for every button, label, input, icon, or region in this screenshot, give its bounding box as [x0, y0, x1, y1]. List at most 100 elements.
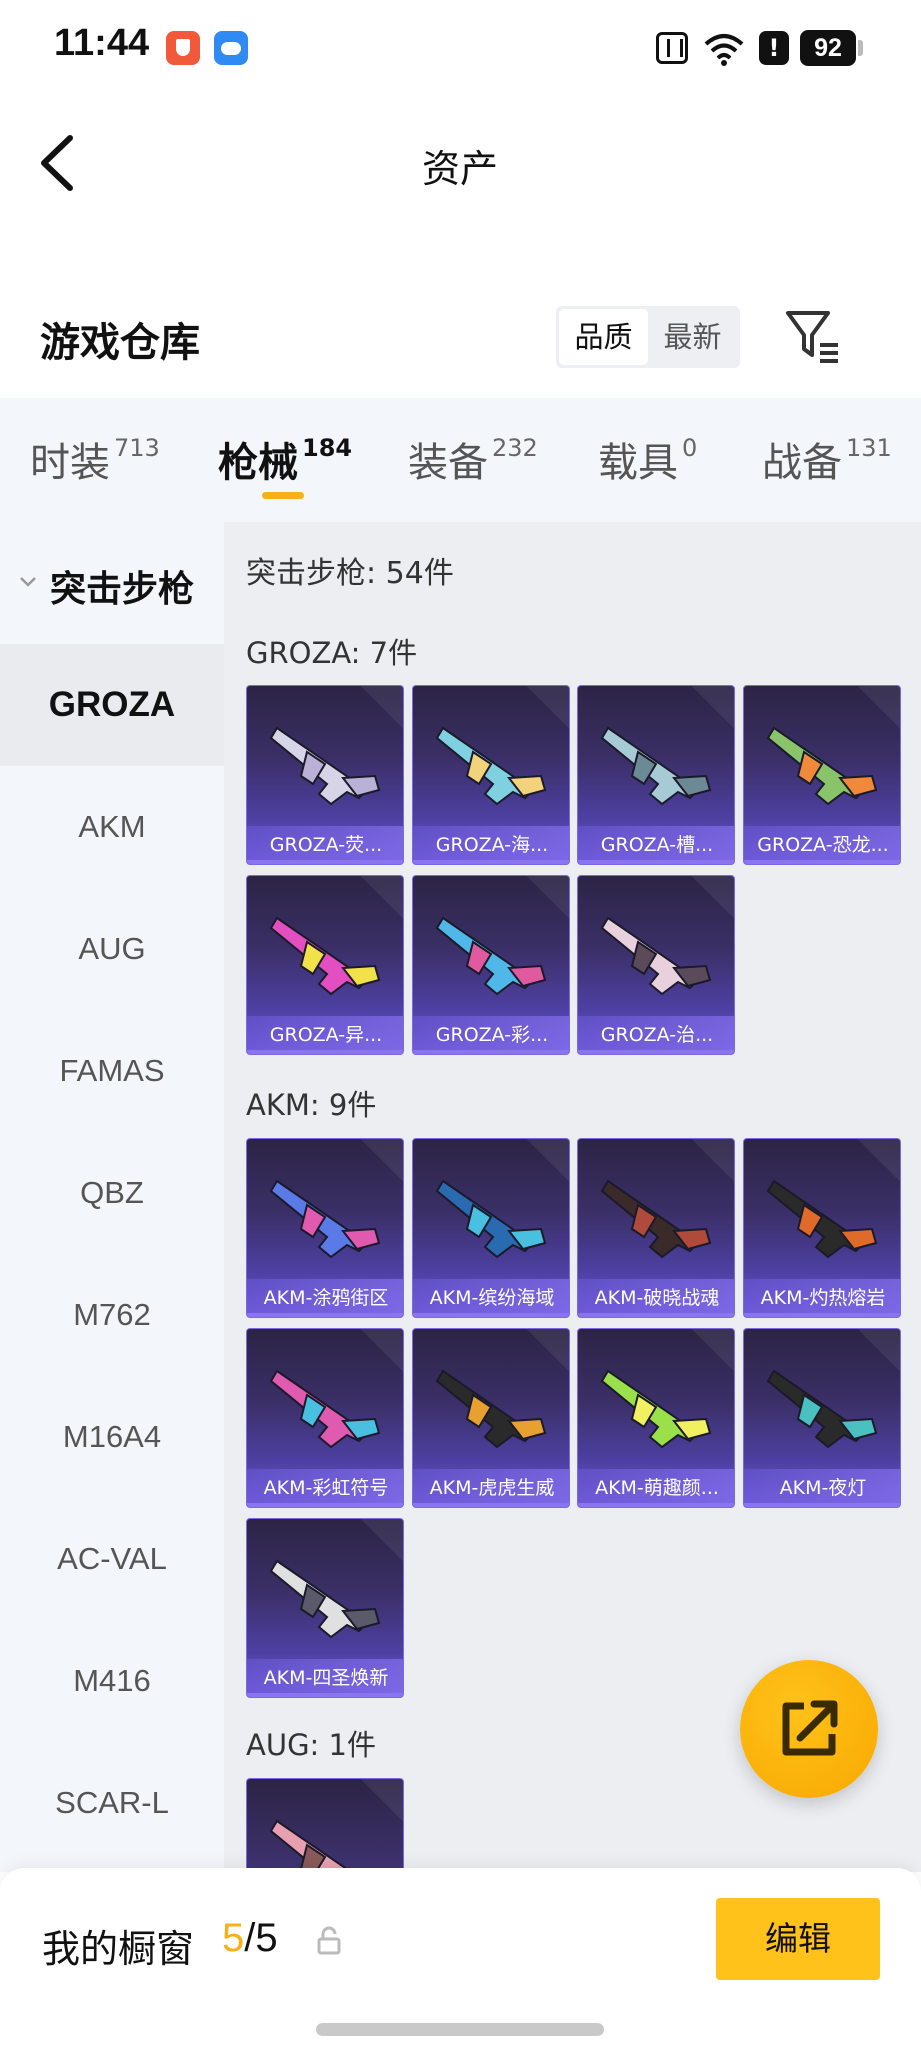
item-card[interactable]: AKM-夜灯 — [743, 1328, 901, 1508]
rifle-skin-icon — [435, 916, 547, 996]
sort-quality-button[interactable]: 品质 — [559, 309, 648, 365]
page-title: 资产 — [421, 147, 498, 191]
item-card[interactable]: AKM-缤纷海域 — [412, 1138, 570, 1318]
rarity-stripe — [578, 1313, 734, 1317]
item-card-label: GROZA-异... — [247, 1016, 403, 1054]
tab-count: 232 — [492, 434, 538, 462]
sidebar-item-m16a4[interactable]: M16A4 — [0, 1376, 224, 1498]
item-card[interactable]: AKM-破晓战魂 — [577, 1138, 735, 1318]
share-button[interactable] — [740, 1660, 878, 1798]
tab-label: 枪械 — [218, 440, 298, 486]
wifi-icon — [704, 34, 744, 66]
rifle-skin-icon — [269, 1559, 381, 1639]
tab-label: 时装 — [30, 440, 110, 486]
item-card[interactable]: AKM-灼热熔岩 — [743, 1138, 901, 1318]
sort-newest-button[interactable]: 最新 — [648, 309, 737, 365]
tab-equipment[interactable]: 装备 232 — [408, 430, 538, 488]
item-card[interactable]: GROZA-异... — [246, 875, 404, 1055]
item-card[interactable]: AKM-彩虹符号 — [246, 1328, 404, 1508]
showcase-separator: / — [244, 1916, 256, 1960]
rifle-skin-icon — [600, 1369, 712, 1449]
home-indicator — [316, 2023, 604, 2036]
rifle-skin-icon — [435, 1369, 547, 1449]
group-title-groza: GROZA: 7件 — [246, 636, 418, 670]
rifle-skin-icon — [600, 726, 712, 806]
rarity-stripe — [247, 1693, 403, 1697]
rifle-skin-icon — [269, 1819, 377, 1872]
nfc-icon — [656, 32, 688, 64]
item-card[interactable]: AKM-虎虎生威 — [412, 1328, 570, 1508]
group-title-akm: AKM: 9件 — [246, 1088, 377, 1122]
back-arrow-icon[interactable] — [30, 130, 90, 196]
sidebar-item-m762[interactable]: M762 — [0, 1254, 224, 1376]
sidebar-item-groza[interactable]: GROZA — [0, 644, 224, 766]
edit-button[interactable]: 编辑 — [716, 1898, 880, 1980]
sidebar-item-ac-val[interactable]: AC-VAL — [0, 1498, 224, 1620]
tab-vehicles[interactable]: 载具 0 — [598, 430, 697, 488]
item-card[interactable]: AKM-涂鸦街区 — [246, 1138, 404, 1318]
item-card[interactable]: AKM-萌趣颜... — [577, 1328, 735, 1508]
item-card[interactable] — [246, 1778, 404, 1872]
item-card[interactable]: GROZA-彩... — [412, 875, 570, 1055]
sidebar-item-aug[interactable]: AUG — [0, 888, 224, 1010]
rarity-stripe — [413, 1313, 569, 1317]
alert-icon: ! — [759, 31, 789, 65]
tab-fashion[interactable]: 时装 713 — [30, 430, 160, 488]
rifle-skin-icon — [766, 726, 878, 806]
showcase-used: 5 — [222, 1916, 245, 1960]
item-card[interactable]: GROZA-荧... — [246, 685, 404, 865]
item-card-label: AKM-灼热熔岩 — [744, 1279, 900, 1317]
tab-count: 184 — [302, 434, 353, 462]
tab-guns[interactable]: 枪械 184 — [218, 430, 352, 488]
item-card[interactable]: GROZA-治... — [577, 875, 735, 1055]
sidebar-item-famas[interactable]: FAMAS — [0, 1010, 224, 1132]
item-card-label: AKM-虎虎生威 — [413, 1469, 569, 1507]
item-card-label: GROZA-荧... — [247, 826, 403, 864]
active-tab-indicator — [262, 492, 304, 499]
status-time: 11:44 — [54, 22, 150, 64]
group-title-aug: AUG: 1件 — [246, 1728, 376, 1762]
item-card[interactable]: GROZA-恐龙... — [743, 685, 901, 865]
tab-count: 131 — [846, 434, 892, 462]
item-card[interactable]: GROZA-槽... — [577, 685, 735, 865]
rarity-stripe — [413, 1503, 569, 1507]
item-card-label: GROZA-槽... — [578, 826, 734, 864]
rarity-stripe — [247, 1050, 403, 1054]
sidebar-item-scar-l[interactable]: SCAR-L — [0, 1742, 224, 1864]
rarity-stripe — [247, 860, 403, 864]
showcase-total: 5 — [255, 1916, 278, 1960]
rarity-stripe — [744, 860, 900, 864]
rarity-stripe — [744, 1503, 900, 1507]
sidebar-item-m416[interactable]: M416 — [0, 1620, 224, 1742]
item-card-label: AKM-萌趣颜... — [578, 1469, 734, 1507]
status-bar: 11:44 ! 92 — [0, 0, 921, 95]
sidebar-item-akm[interactable]: AKM — [0, 766, 224, 888]
item-card-label: GROZA-恐龙... — [744, 826, 900, 864]
battery-icon: 92 — [800, 30, 856, 66]
warehouse-title: 游戏仓库 — [40, 320, 200, 366]
item-card[interactable]: GROZA-海... — [412, 685, 570, 865]
sidebar-group-assault-rifles[interactable]: 突击步枪 — [0, 522, 224, 644]
tab-label: 战备 — [762, 440, 842, 486]
rifle-skin-icon — [766, 1179, 878, 1259]
rarity-stripe — [247, 1503, 403, 1507]
rarity-stripe — [413, 1050, 569, 1054]
sidebar-item-qbz[interactable]: QBZ — [0, 1132, 224, 1254]
tab-count: 0 — [682, 434, 698, 462]
filter-icon[interactable] — [782, 305, 842, 365]
item-card-label: AKM-涂鸦街区 — [247, 1279, 403, 1317]
battery-cap — [858, 40, 863, 56]
shield-app-icon — [166, 31, 200, 65]
weapon-sidebar: 突击步枪 GROZA AKM AUG FAMAS QBZ M762 M16A4 … — [0, 522, 224, 1872]
chevron-down-icon — [20, 577, 36, 587]
rifle-skin-icon — [766, 1369, 878, 1449]
tab-count: 713 — [114, 434, 160, 462]
showcase-bar: 我的橱窗 5/5 编辑 — [0, 1868, 921, 2050]
tab-label: 装备 — [408, 440, 488, 486]
rifle-skin-icon — [600, 916, 712, 996]
item-card[interactable]: AKM-四圣焕新 — [246, 1518, 404, 1698]
share-icon — [782, 1700, 838, 1756]
tab-gear[interactable]: 战备 131 — [762, 430, 892, 488]
rarity-stripe — [744, 1313, 900, 1317]
item-card-label: AKM-破晓战魂 — [578, 1279, 734, 1317]
